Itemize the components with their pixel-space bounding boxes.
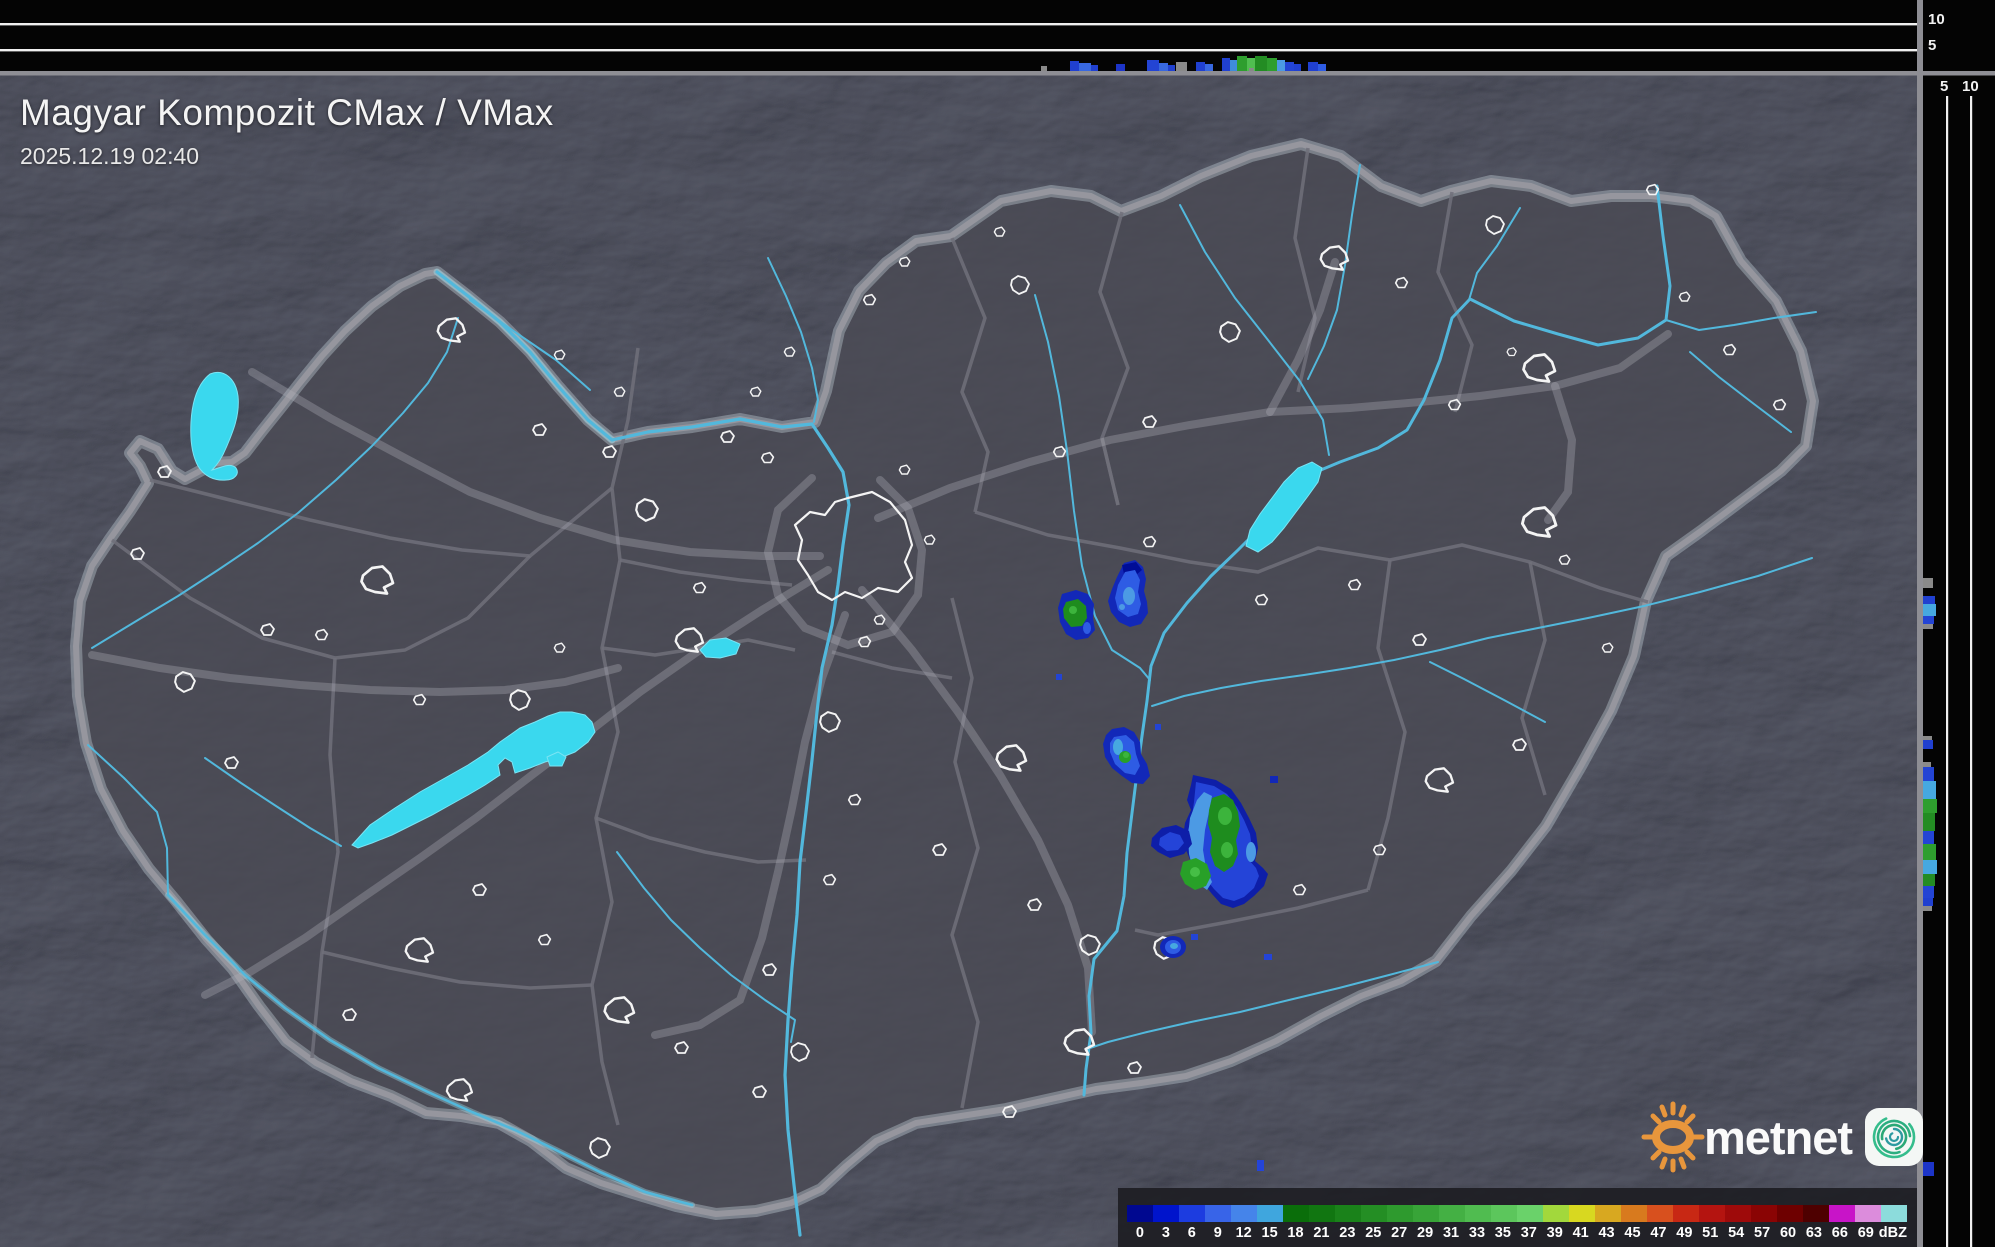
legend-stop	[1439, 1205, 1465, 1222]
legend-stop	[1569, 1205, 1595, 1222]
legend-stop	[1881, 1205, 1907, 1222]
dbz-legend: 0 3 6 9 12 15 18 21 23 25 27 29 31 33 35 37 39 41 43 45 47 49…	[1118, 1188, 1917, 1247]
legend-stop: 9	[1213, 1225, 1222, 1241]
top-profile-strip	[0, 0, 1917, 71]
legend-stop: 54	[1728, 1225, 1745, 1241]
legend-stop: 6	[1187, 1225, 1196, 1241]
legend-stop: 66	[1831, 1225, 1848, 1241]
legend-stop: 35	[1494, 1225, 1511, 1241]
top-10km-line	[0, 23, 1917, 26]
legend-stop: 69	[1857, 1225, 1874, 1241]
title-block: Magyar Kompozit CMax / VMax 2025.12.19 0…	[20, 92, 554, 170]
legend-stop: 60	[1779, 1225, 1797, 1241]
legend-stop: 45	[1624, 1225, 1641, 1241]
right-axis-10km-label: 10	[1962, 78, 1979, 95]
legend-stop	[1699, 1205, 1725, 1222]
legend-stop	[1257, 1205, 1283, 1222]
legend-stop: 31	[1442, 1225, 1460, 1241]
logo-wordmark: metnet	[1704, 1110, 1853, 1164]
sun-icon	[1641, 1101, 1705, 1173]
metnet-app-icon	[1865, 1108, 1924, 1166]
page-title: Magyar Kompozit CMax / VMax	[20, 92, 554, 133]
dbz-colorbar-labels: 0 3 6 9 12 15 18 21 23 25 27 29 31 33 35 37 39 41 43 45 47 49…	[1127, 1225, 1907, 1241]
legend-stop	[1673, 1205, 1699, 1222]
legend-stop	[1205, 1205, 1231, 1222]
legend-stop: 47	[1650, 1225, 1667, 1241]
legend-stop: 25	[1365, 1225, 1382, 1241]
dbz-colorbar	[1127, 1205, 1907, 1222]
top-axis-5km-label: 5	[1928, 37, 1937, 54]
legend-stop: 43	[1598, 1225, 1615, 1241]
legend-stop: 3	[1161, 1225, 1170, 1241]
legend-stop	[1127, 1205, 1153, 1222]
legend-stop: 15	[1261, 1225, 1278, 1241]
legend-stop	[1725, 1205, 1751, 1222]
right-10km-line	[1970, 96, 1973, 1247]
legend-stop	[1231, 1205, 1257, 1222]
legend-stop: 23	[1339, 1225, 1356, 1241]
legend-stop	[1621, 1205, 1647, 1222]
legend-stop	[1777, 1205, 1803, 1222]
legend-stop: 57	[1754, 1225, 1771, 1241]
right-axis-5km-label: 5	[1940, 78, 1949, 95]
legend-stop: 63	[1805, 1225, 1822, 1241]
legend-stop: 33	[1468, 1225, 1486, 1241]
legend-stop	[1283, 1205, 1309, 1222]
legend-stop	[1855, 1205, 1881, 1222]
map-top-divider	[0, 71, 1995, 76]
legend-stop	[1387, 1205, 1413, 1222]
timestamp: 2025.12.19 02:40	[20, 143, 200, 169]
legend-stop	[1803, 1205, 1829, 1222]
legend-stop: 29	[1417, 1225, 1434, 1241]
legend-stop	[1543, 1205, 1569, 1222]
map-right-divider	[1917, 0, 1923, 1247]
metnet-logo: metnet	[1636, 1098, 1924, 1176]
legend-stop	[1153, 1205, 1179, 1222]
legend-stop	[1751, 1205, 1777, 1222]
legend-stop	[1595, 1205, 1621, 1222]
legend-stop: 18	[1287, 1225, 1304, 1241]
legend-stop: 21	[1313, 1225, 1330, 1241]
top-axis-10km-label: 10	[1928, 11, 1945, 28]
legend-stop	[1647, 1205, 1673, 1222]
legend-stop: 12	[1235, 1225, 1252, 1241]
legend-stop	[1335, 1205, 1361, 1222]
legend-stop: 49	[1676, 1225, 1693, 1241]
legend-stop: 0	[1135, 1225, 1144, 1241]
legend-stop: 51	[1702, 1225, 1719, 1241]
right-5km-line	[1946, 96, 1949, 1247]
legend-stop: 39	[1546, 1225, 1563, 1241]
legend-stop	[1179, 1205, 1205, 1222]
legend-stop	[1361, 1205, 1387, 1222]
legend-stop	[1517, 1205, 1543, 1222]
legend-stop: 27	[1391, 1225, 1408, 1241]
legend-stop	[1491, 1205, 1517, 1222]
legend-stop	[1309, 1205, 1335, 1222]
legend-stop: 37	[1520, 1225, 1537, 1241]
legend-stop: dBZ	[1878, 1225, 1907, 1241]
legend-stop	[1413, 1205, 1439, 1222]
radar-composite-screen: { "header": { "title": "Magyar Kompozit …	[0, 0, 1995, 1247]
legend-stop: 41	[1572, 1225, 1589, 1241]
radar-map	[0, 0, 1995, 1247]
legend-stop	[1829, 1205, 1855, 1222]
top-5km-line	[0, 49, 1917, 52]
legend-stop	[1465, 1205, 1491, 1222]
